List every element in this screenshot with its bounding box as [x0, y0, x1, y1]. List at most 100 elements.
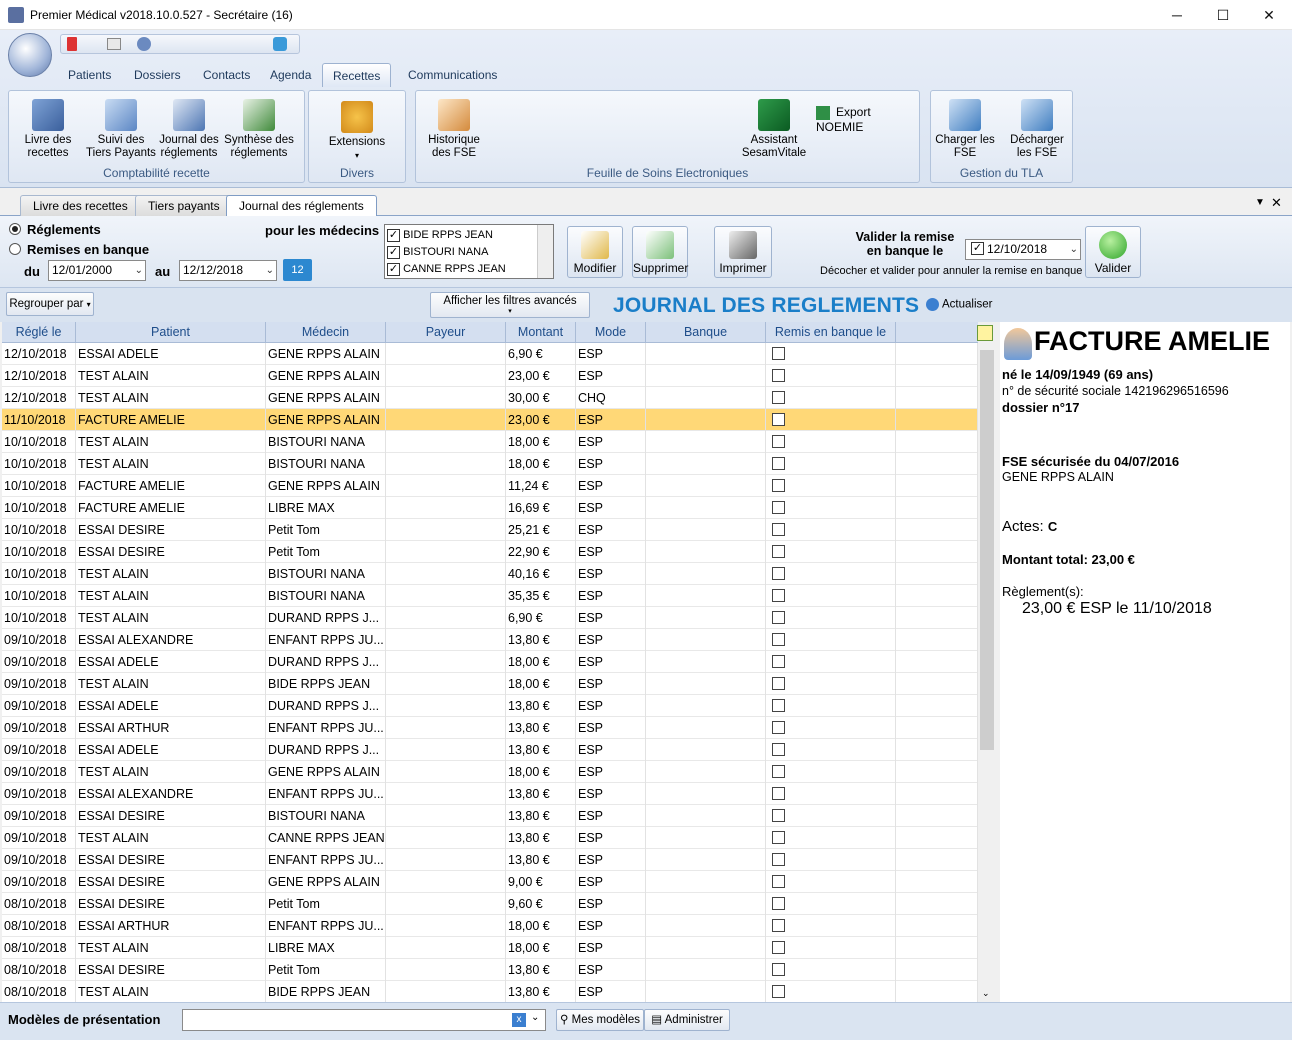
- table-row[interactable]: 12/10/2018 TEST ALAIN GENE RPPS ALAIN 23,00…: [2, 365, 978, 387]
- calendar-icon[interactable]: 12: [283, 259, 312, 281]
- checkbox[interactable]: [387, 245, 400, 259]
- remis-checkbox[interactable]: [772, 743, 785, 756]
- ribbon-tab-contacts[interactable]: Contacts: [193, 63, 260, 87]
- mes-modeles-button[interactable]: ⚲ Mes modèles: [556, 1009, 644, 1031]
- date-from-field[interactable]: 12/01/2000 ⌄: [48, 260, 146, 281]
- remis-checkbox[interactable]: [772, 369, 785, 382]
- table-row[interactable]: 08/10/2018 ESSAI ARTHUR ENFANT RPPS JU... 1…: [2, 915, 978, 937]
- remis-checkbox[interactable]: [772, 677, 785, 690]
- table-row[interactable]: 08/10/2018 ESSAI DESIRE Petit Tom 9,60 € ESP: [2, 893, 978, 915]
- column-header[interactable]: Remis en banque le: [766, 322, 896, 343]
- remis-checkbox[interactable]: [772, 897, 785, 910]
- historique-fse-button[interactable]: Historique des FSE: [422, 99, 486, 160]
- table-row[interactable]: 09/10/2018 ESSAI ARTHUR ENFANT RPPS JU... 1…: [2, 717, 978, 739]
- ribbon-tab-dossiers[interactable]: Dossiers: [124, 63, 191, 87]
- table-row[interactable]: 09/10/2018 ESSAI DESIRE GENE RPPS ALAIN 9,0…: [2, 871, 978, 893]
- date-to-field[interactable]: 12/12/2018 ⌄: [179, 260, 277, 281]
- modifier-button[interactable]: Modifier: [567, 226, 623, 278]
- ribbon-tab-agenda[interactable]: Agenda: [260, 63, 321, 87]
- tab-tiers-payants[interactable]: Tiers payants: [135, 195, 233, 216]
- chevron-down-icon[interactable]: ⌄: [531, 1012, 539, 1023]
- decharger-fse-button[interactable]: Décharger les FSE: [1005, 99, 1069, 160]
- table-row[interactable]: 11/10/2018 FACTURE AMELIE GENE RPPS ALAIN 2…: [2, 409, 978, 431]
- table-row[interactable]: 09/10/2018 ESSAI ALEXANDRE ENFANT RPPS JU.…: [2, 783, 978, 805]
- remis-checkbox[interactable]: [772, 501, 785, 514]
- pdf-icon[interactable]: [67, 37, 77, 51]
- assistant-sesam-button[interactable]: Assistant SesamVitale: [734, 99, 814, 160]
- regrouper-dropdown[interactable]: Regrouper par ▾: [6, 292, 94, 316]
- checkbox[interactable]: [387, 228, 400, 242]
- ribbon-tab-communications[interactable]: Communications: [398, 63, 507, 87]
- administrer-button[interactable]: ▤ Administrer: [644, 1009, 730, 1031]
- ribbon-tab-patients[interactable]: Patients: [58, 63, 121, 87]
- livre-recettes-button[interactable]: Livre des recettes: [15, 99, 81, 160]
- column-chooser-icon[interactable]: [977, 325, 993, 341]
- tabs-dropdown-icon[interactable]: ▼: [1255, 197, 1265, 208]
- table-row[interactable]: 09/10/2018 ESSAI ADELE DURAND RPPS J... 18,…: [2, 651, 978, 673]
- remis-checkbox[interactable]: [772, 435, 785, 448]
- app-orb-button[interactable]: [8, 33, 52, 77]
- remis-checkbox[interactable]: [772, 963, 785, 976]
- close-tab-icon[interactable]: ✕: [1271, 195, 1282, 211]
- journal-reglements-button[interactable]: Journal des réglements: [159, 99, 219, 160]
- remise-date-field[interactable]: 12/10/2018 ⌄: [965, 239, 1081, 260]
- column-header[interactable]: Mode: [576, 322, 646, 343]
- remis-checkbox[interactable]: [772, 875, 785, 888]
- remis-checkbox[interactable]: [772, 809, 785, 822]
- remis-checkbox[interactable]: [772, 391, 785, 404]
- table-row[interactable]: 09/10/2018 ESSAI DESIRE ENFANT RPPS JU... 1…: [2, 849, 978, 871]
- filtres-avances-button[interactable]: Afficher les filtres avancés ▾: [430, 292, 590, 318]
- remis-checkbox[interactable]: [772, 567, 785, 580]
- globe-icon[interactable]: [137, 37, 151, 51]
- valider-button[interactable]: Valider: [1085, 226, 1141, 278]
- scroll-down-icon[interactable]: ⌄: [982, 988, 990, 999]
- table-row[interactable]: 09/10/2018 ESSAI ADELE DURAND RPPS J... 13,…: [2, 739, 978, 761]
- table-row[interactable]: 12/10/2018 TEST ALAIN GENE RPPS ALAIN 30,00…: [2, 387, 978, 409]
- imprimer-button[interactable]: Imprimer: [714, 226, 772, 278]
- table-row[interactable]: 10/10/2018 FACTURE AMELIE LIBRE MAX 16,69 €…: [2, 497, 978, 519]
- medecin-item[interactable]: BIDE RPPS JEAN: [387, 227, 493, 244]
- column-header[interactable]: Patient: [76, 322, 266, 343]
- minimize-button[interactable]: ─: [1154, 0, 1200, 30]
- table-row[interactable]: 10/10/2018 ESSAI DESIRE Petit Tom 25,21 € ES…: [2, 519, 978, 541]
- table-row[interactable]: 09/10/2018 ESSAI ALEXANDRE ENFANT RPPS JU.…: [2, 629, 978, 651]
- export-noemie-button[interactable]: Export NOEMIE: [816, 105, 919, 134]
- remise-checkbox[interactable]: [971, 242, 984, 256]
- radio-remises[interactable]: [9, 243, 21, 255]
- actualiser-button[interactable]: Actualiser: [926, 298, 993, 311]
- skype-icon[interactable]: [273, 37, 287, 51]
- extensions-button[interactable]: Extensions ▾: [317, 101, 397, 162]
- remis-checkbox[interactable]: [772, 787, 785, 800]
- table-row[interactable]: 10/10/2018 TEST ALAIN BISTOURI NANA 35,35 €…: [2, 585, 978, 607]
- remis-checkbox[interactable]: [772, 589, 785, 602]
- table-row[interactable]: 08/10/2018 TEST ALAIN BIDE RPPS JEAN 13,80 …: [2, 981, 978, 1002]
- medecin-item[interactable]: BISTOURI NANA: [387, 244, 488, 261]
- remis-checkbox[interactable]: [772, 853, 785, 866]
- table-row[interactable]: 08/10/2018 TEST ALAIN LIBRE MAX 18,00 € ESP: [2, 937, 978, 959]
- table-row[interactable]: 10/10/2018 TEST ALAIN DURAND RPPS J... 6,90…: [2, 607, 978, 629]
- checkbox[interactable]: [387, 262, 400, 276]
- maximize-button[interactable]: ☐: [1200, 0, 1246, 30]
- remis-checkbox[interactable]: [772, 347, 785, 360]
- clear-icon[interactable]: x: [512, 1013, 526, 1027]
- scrollbar-thumb[interactable]: [980, 350, 994, 750]
- remis-checkbox[interactable]: [772, 633, 785, 646]
- table-row[interactable]: 09/10/2018 TEST ALAIN CANNE RPPS JEAN 13,80…: [2, 827, 978, 849]
- remis-checkbox[interactable]: [772, 699, 785, 712]
- table-row[interactable]: 09/10/2018 ESSAI ADELE DURAND RPPS J... 13,…: [2, 695, 978, 717]
- synthese-button[interactable]: Synthèse des réglements: [223, 99, 295, 160]
- remis-checkbox[interactable]: [772, 765, 785, 778]
- remis-checkbox[interactable]: [772, 523, 785, 536]
- tab-journal-reglements[interactable]: Journal des réglements: [226, 195, 377, 216]
- table-row[interactable]: 09/10/2018 TEST ALAIN GENE RPPS ALAIN 18,00…: [2, 761, 978, 783]
- medecin-item[interactable]: CANNE RPPS JEAN: [387, 261, 506, 278]
- table-row[interactable]: 08/10/2018 ESSAI DESIRE Petit Tom 13,80 € ES…: [2, 959, 978, 981]
- charger-fse-button[interactable]: Charger les FSE: [933, 99, 997, 160]
- table-row[interactable]: 09/10/2018 TEST ALAIN BIDE RPPS JEAN 18,00 …: [2, 673, 978, 695]
- column-header[interactable]: Médecin: [266, 322, 386, 343]
- radio-reglements[interactable]: [9, 223, 21, 235]
- table-row[interactable]: 10/10/2018 TEST ALAIN BISTOURI NANA 40,16 €…: [2, 563, 978, 585]
- list-scrollbar[interactable]: [537, 225, 553, 278]
- remis-checkbox[interactable]: [772, 985, 785, 998]
- column-header[interactable]: Payeur: [386, 322, 506, 343]
